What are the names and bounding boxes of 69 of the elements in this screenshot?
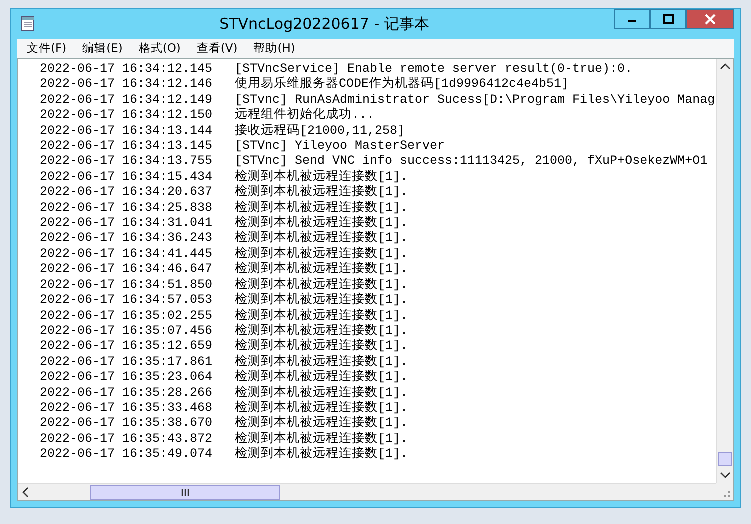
log-message: 检测到本机被远程连接数[1]. (235, 386, 408, 400)
log-timestamp: 2022-06-17 16:35:02.255 (40, 308, 214, 324)
log-timestamp: 2022-06-17 16:35:43.872 (40, 432, 214, 448)
log-message: 使用易乐维服务器CODE作为机器码[1d9996412c4e4b51] (235, 77, 570, 93)
scroll-thumb[interactable] (90, 484, 280, 500)
log-timestamp: 2022-06-17 16:35:33.468 (40, 400, 214, 416)
log-message: 检测到本机被远程连接数[1]. (235, 262, 408, 278)
log-timestamp: 2022-06-17 16:34:57.053 (40, 293, 214, 308)
log-message: 检测到本机被远程连接数[1]. (235, 278, 408, 292)
menu-item[interactable]: 格式(O) (130, 41, 189, 56)
horizontal-scrollbar[interactable] (18, 483, 716, 500)
menu-item[interactable]: 帮助(H) (246, 41, 304, 56)
log-timestamp: 2022-06-17 16:34:12.145 (40, 62, 214, 78)
log-message: [STVnc] Send VNC info success:11113425, 21000, fXuP+OsekezWM+O1 (235, 154, 708, 170)
log-timestamp: 2022-06-17 16:34:20.637 (40, 185, 214, 201)
log-message: 检测到本机被远程连接数[1]. (235, 324, 408, 338)
log-timestamp: 2022-06-17 16:35:23.064 (40, 370, 214, 386)
log-message: [STVnc] Yileyoo MasterServer (235, 139, 446, 154)
minimize-button[interactable] (614, 9, 650, 29)
log-timestamp: 2022-06-17 16:34:51.850 (40, 278, 214, 294)
log-message: 检测到本机被远程连接数[1]. (235, 432, 408, 446)
maximize-icon (662, 14, 674, 24)
log-message: 远程组件初始化成功... (235, 108, 375, 124)
log-message: 检测到本机被远程连接数[1]. (235, 308, 408, 324)
log-timestamp: 2022-06-17 16:35:38.670 (40, 416, 214, 432)
log-timestamp: 2022-06-17 16:34:41.445 (40, 246, 214, 262)
log-message: 检测到本机被远程连接数[1]. (235, 400, 408, 416)
log-message: 检测到本机被远程连接数[1]. (235, 416, 408, 432)
log-message: 检测到本机被远程连接数[1]. (235, 231, 408, 246)
log-timestamp: 2022-06-17 16:34:13.145 (40, 139, 214, 154)
menu-item[interactable]: 查看(V) (188, 41, 246, 56)
log-timestamp: 2022-06-17 16:34:12.149 (40, 92, 214, 108)
menu-item[interactable]: 文件(F) (19, 41, 75, 56)
log-timestamp: 2022-06-17 16:35:28.266 (40, 386, 214, 401)
log-timestamp: 2022-06-17 16:34:13.755 (40, 154, 214, 170)
log-message: 检测到本机被远程连接数[1]. (235, 200, 408, 216)
log-timestamp: 2022-06-17 16:35:07.456 (40, 324, 214, 340)
log-message: 检测到本机被远程连接数[1]. (235, 246, 408, 262)
log-timestamp: 2022-06-17 16:34:12.146 (40, 77, 214, 93)
log-message: 检测到本机被远程连接数[1]. (235, 185, 408, 200)
log-timestamp: 2022-06-17 16:35:17.861 (40, 354, 214, 370)
log-message: [STVncService] Enable remote server result(0-true):0. (235, 62, 633, 76)
scroll-thumb[interactable] (718, 452, 732, 466)
log-message: 检测到本机被远程连接数[1]. (235, 170, 408, 184)
window-title: STVncLog20220617 - 记事本 (218, 14, 430, 34)
log-timestamp: 2022-06-17 16:35:49.074 (40, 447, 214, 463)
log-timestamp: 2022-06-17 16:34:15.434 (40, 170, 214, 186)
log-message: 接收远程码[21000,11,258] (235, 124, 406, 140)
maximize-button[interactable] (650, 9, 686, 29)
log-timestamp: 2022-06-17 16:34:13.144 (40, 124, 214, 140)
log-message: [STvnc] RunAsAdministrator Sucess[D:\Program Files\Yileyoo Manag (235, 92, 716, 108)
notepad-icon (21, 16, 35, 32)
log-message: 检测到本机被远程连接数[1]. (235, 293, 408, 308)
menu-item[interactable]: 编辑(E) (74, 41, 131, 56)
log-timestamp: 2022-06-17 16:34:25.838 (40, 200, 214, 216)
log-timestamp: 2022-06-17 16:34:36.243 (40, 231, 214, 247)
log-message: 检测到本机被远程连接数[1]. (235, 354, 408, 370)
log-timestamp: 2022-06-17 16:34:46.647 (40, 262, 214, 278)
log-timestamp: 2022-06-17 16:35:12.659 (40, 339, 214, 355)
log-message: 检测到本机被远程连接数[1]. (235, 370, 408, 386)
close-icon (704, 14, 716, 24)
log-message: 检测到本机被远程连接数[1]. (235, 447, 408, 463)
log-timestamp: 2022-06-17 16:34:31.041 (40, 216, 214, 232)
grip-icon (180, 488, 190, 496)
close-button[interactable] (686, 9, 734, 29)
log-timestamp: 2022-06-17 16:34:12.150 (40, 108, 214, 124)
log-message: 检测到本机被远程连接数[1]. (235, 216, 408, 230)
vertical-scrollbar[interactable] (716, 59, 733, 483)
log-message: 检测到本机被远程连接数[1]. (235, 339, 408, 354)
